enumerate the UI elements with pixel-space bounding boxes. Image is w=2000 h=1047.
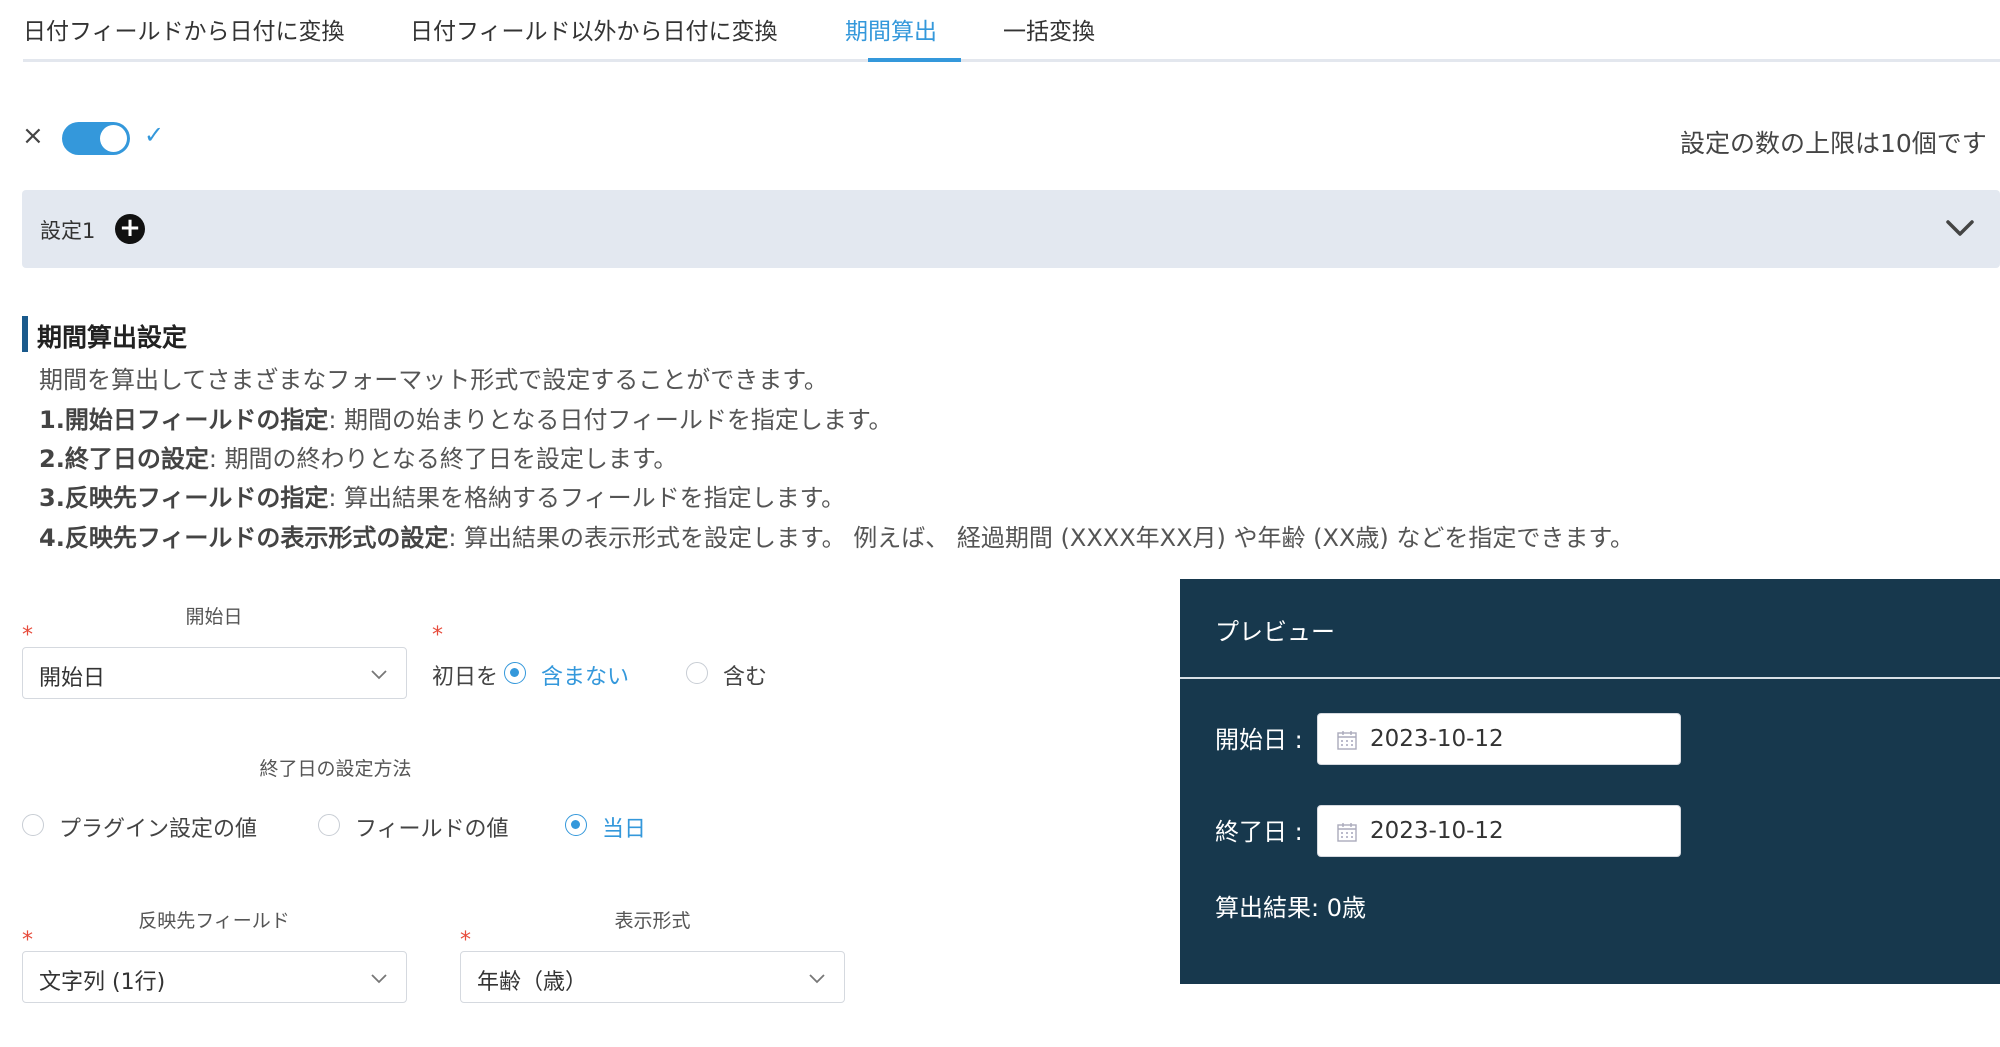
description-item: 1.開始日フィールドの指定: 期間の始まりとなる日付フィールドを指定します。 — [39, 400, 892, 435]
tab-bar: 日付フィールドから日付に変換 日付フィールド以外から日付に変換 期間算出 一括変… — [23, 0, 2000, 62]
active-tab-indicator — [868, 58, 961, 62]
preview-title: プレビュー — [1215, 618, 1335, 646]
preview-panel: プレビュー 開始日 : 2023-10-12 終了日 : 2023-10-12 — [1180, 579, 2000, 984]
tab-bulk-conversion[interactable]: 一括変換 — [1003, 12, 1095, 46]
first-day-prefix: 初日を — [432, 665, 499, 690]
start-date-label: 開始日 — [185, 606, 243, 628]
chevron-down-icon — [809, 974, 825, 984]
calendar-icon — [1337, 823, 1357, 842]
description-item-heading: 4.反映先フィールドの表示形式の設定 — [39, 524, 449, 552]
radio-plugin-setting-value[interactable] — [22, 814, 44, 836]
target-field-label: 反映先フィールド — [138, 910, 290, 932]
preview-end-label: 終了日 : — [1215, 818, 1303, 846]
description-item-heading: 1.開始日フィールドの指定 — [39, 406, 329, 434]
toggle-knob — [100, 125, 127, 152]
end-method-label: 終了日の設定方法 — [259, 758, 412, 780]
preview-start-date-input[interactable]: 2023-10-12 — [1317, 713, 1681, 765]
start-date-select[interactable]: 開始日 — [22, 647, 407, 699]
chevron-down-icon — [371, 670, 387, 680]
tab-non-date-field-to-date[interactable]: 日付フィールド以外から日付に変換 — [410, 12, 778, 46]
add-setting-button[interactable]: + — [115, 214, 145, 244]
display-format-label: 表示形式 — [614, 910, 691, 932]
settings-limit-note: 設定の数の上限は10個です — [1680, 129, 1987, 158]
radio-include-first-day[interactable] — [686, 662, 708, 684]
preview-start-label: 開始日 : — [1215, 726, 1303, 754]
radio-exclude-first-day[interactable] — [504, 662, 526, 684]
target-field-select[interactable]: 文字列 (1行) — [22, 951, 407, 1003]
required-mark: * — [22, 928, 33, 953]
description-item-heading: 3.反映先フィールドの指定 — [39, 484, 329, 512]
preview-end-date-value: 2023-10-12 — [1370, 818, 1504, 844]
section-title: 期間算出設定 — [37, 323, 188, 352]
section-intro: 期間を算出してさまざまなフォーマット形式で設定することができます。 — [39, 366, 828, 394]
description-item-text: : 算出結果を格納するフィールドを指定します。 — [328, 484, 846, 512]
radio-field-value-label[interactable]: フィールドの値 — [355, 811, 509, 843]
description-item: 3.反映先フィールドの指定: 算出結果を格納するフィールドを指定します。 — [39, 478, 845, 513]
description-item-text: : 期間の終わりとなる終了日を設定します。 — [208, 445, 678, 473]
target-field-value: 文字列 (1行) — [39, 970, 166, 995]
required-mark: * — [460, 928, 471, 953]
preview-result: 算出結果: 0歳 — [1215, 894, 1366, 922]
display-format-value: 年齢（歳） — [477, 970, 588, 995]
setting-accordion-header[interactable]: 設定1 + — [22, 190, 2000, 268]
radio-field-value[interactable] — [318, 814, 340, 836]
calendar-icon — [1337, 731, 1357, 750]
setting-name: 設定1 — [40, 219, 96, 243]
radio-plugin-setting-value-label[interactable]: プラグイン設定の値 — [59, 811, 257, 843]
enable-toggle[interactable] — [62, 122, 130, 155]
radio-today[interactable] — [565, 814, 587, 836]
description-item: 2.終了日の設定: 期間の終わりとなる終了日を設定します。 — [39, 439, 677, 474]
tab-date-field-to-date[interactable]: 日付フィールドから日付に変換 — [23, 12, 345, 46]
display-format-select[interactable]: 年齢（歳） — [460, 951, 845, 1003]
radio-include-first-day-label[interactable]: 含む — [723, 659, 767, 691]
required-mark: * — [22, 623, 33, 648]
preview-divider — [1180, 677, 2000, 679]
required-mark: * — [432, 623, 443, 648]
close-icon: × — [22, 121, 44, 151]
radio-exclude-first-day-label[interactable]: 含まない — [541, 659, 629, 691]
tab-period-calculation[interactable]: 期間算出 — [845, 12, 937, 46]
description-item-text: : 算出結果の表示形式を設定します。 例えば、 経過期間 (XXXX年XX月) … — [448, 524, 1635, 552]
description-item-heading: 2.終了日の設定 — [39, 445, 209, 473]
preview-end-date-input[interactable]: 2023-10-12 — [1317, 805, 1681, 857]
section-accent-bar — [22, 316, 28, 352]
description-item-text: : 期間の始まりとなる日付フィールドを指定します。 — [328, 406, 893, 434]
description-item: 4.反映先フィールドの表示形式の設定: 算出結果の表示形式を設定します。 例えば… — [39, 518, 1634, 553]
chevron-down-icon[interactable] — [1940, 208, 1980, 248]
start-date-value: 開始日 — [39, 666, 106, 691]
radio-today-label[interactable]: 当日 — [602, 811, 646, 843]
preview-start-date-value: 2023-10-12 — [1370, 726, 1504, 752]
check-icon: ✓ — [144, 121, 165, 149]
plugin-settings-page: 日付フィールドから日付に変換 日付フィールド以外から日付に変換 期間算出 一括変… — [0, 0, 2000, 1047]
chevron-down-icon — [371, 974, 387, 984]
